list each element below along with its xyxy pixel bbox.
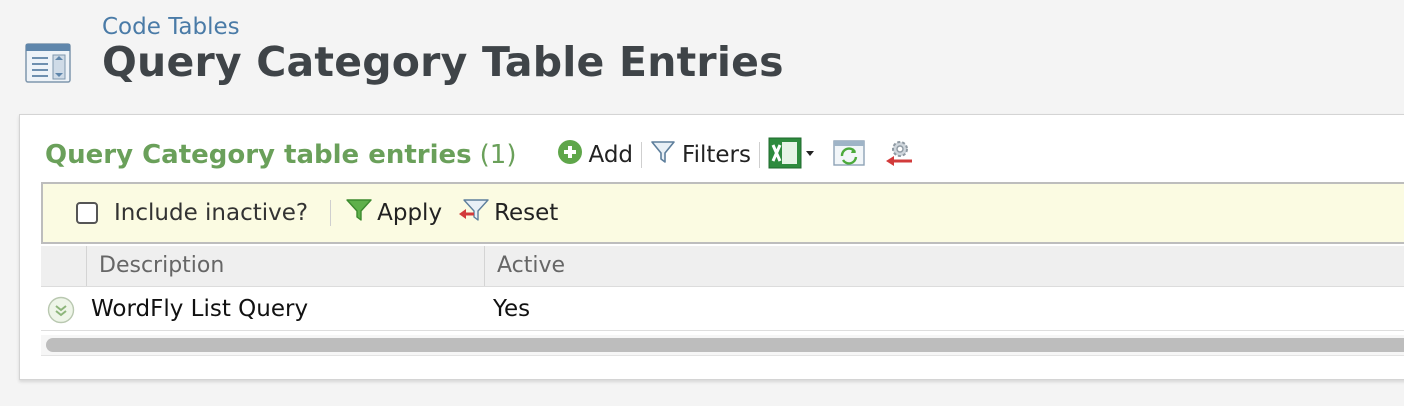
filters-button[interactable]: Filters (642, 137, 759, 173)
cell-description: WordFly List Query (91, 296, 309, 322)
cell-active: Yes (493, 296, 531, 322)
breadcrumb-code-tables[interactable]: Code Tables (102, 14, 240, 40)
code-table-icon (22, 38, 74, 86)
row-selector-header (41, 246, 86, 286)
apply-label: Apply (377, 200, 443, 226)
filter-bar-divider (330, 200, 332, 226)
refresh-icon (832, 138, 866, 172)
add-label: Add (588, 142, 634, 168)
reset-filter-icon (458, 197, 490, 229)
include-inactive-checkbox[interactable] (76, 202, 98, 224)
expand-row-icon[interactable] (47, 296, 75, 324)
column-header-active[interactable]: Active (484, 246, 1404, 286)
section-header: Query Category table entries (1) Add Fil… (45, 135, 924, 175)
grid-header: Description Active (41, 246, 1404, 287)
apply-button[interactable]: Apply (337, 195, 450, 231)
refresh-button[interactable] (824, 137, 874, 173)
table-row[interactable]: WordFly List Query Yes (41, 288, 1404, 331)
reset-button[interactable]: Reset (450, 195, 566, 231)
excel-export-button[interactable] (760, 137, 824, 173)
filters-label: Filters (682, 142, 751, 168)
table-entries-panel: Query Category table entries (1) Add Fil… (19, 114, 1404, 380)
excel-export-icon (768, 137, 816, 173)
horizontal-scrollbar[interactable] (46, 338, 1404, 352)
apply-filter-icon (345, 197, 373, 229)
section-title: Query Category table entries (45, 140, 472, 170)
entry-count: (1) (479, 140, 517, 170)
settings-button[interactable] (874, 137, 924, 173)
reset-label: Reset (494, 200, 559, 226)
settings-icon (882, 137, 916, 173)
page-title: Query Category Table Entries (102, 38, 784, 86)
filter-icon (650, 139, 676, 171)
add-icon (557, 139, 583, 171)
toolbar: Add Filters (549, 137, 924, 173)
add-button[interactable]: Add (549, 137, 642, 173)
include-inactive-label: Include inactive? (114, 200, 309, 226)
column-header-description[interactable]: Description (86, 246, 484, 286)
filter-bar: Include inactive? Apply Reset (41, 182, 1404, 244)
